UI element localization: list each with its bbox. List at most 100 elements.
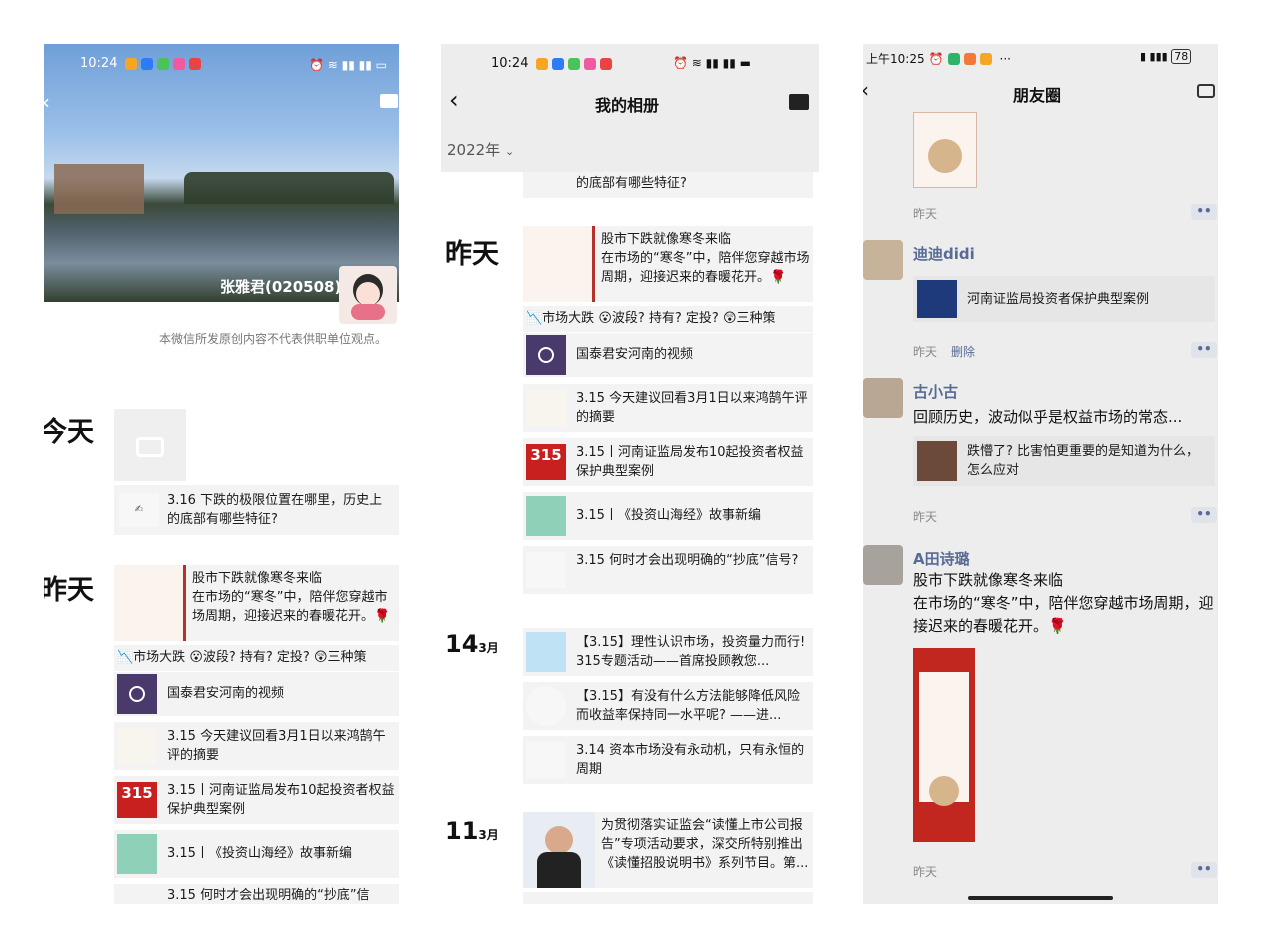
app-icon: [141, 57, 154, 70]
app-icon: [963, 52, 976, 65]
post-time: 昨天: [913, 345, 938, 359]
avatar[interactable]: [863, 545, 903, 585]
list-item[interactable]: 股市下跌就像寒冬来临 在市场的“寒冬”中，陪伴您穿越市场周期，迎接迟来的春暖花开…: [114, 565, 399, 641]
list-item[interactable]: 股市下跌就像寒冬来临 在市场的“寒冬”中，陪伴您穿越市场周期，迎接迟来的春暖花开…: [523, 226, 813, 302]
list-item[interactable]: 315 3.15丨河南证监局发布10起投资者权益保护典型案例: [114, 776, 399, 824]
more-button[interactable]: ••: [1191, 862, 1217, 878]
camera-icon: [136, 437, 164, 457]
play-icon: [129, 686, 145, 702]
album-panel-left: 10:24 ⏰ ≋ ▮▮ ▮▮ ▭ ‹ 张雅君(020508) 本微信所发原创内…: [44, 44, 399, 904]
list-item[interactable]: 3.14 资本市场没有永动机，只有永恒的周期: [523, 736, 813, 784]
list-item[interactable]: 3.15丨《投资山海经》故事新编: [114, 830, 399, 878]
back-icon[interactable]: ‹: [44, 90, 50, 114]
camera-button[interactable]: [114, 409, 186, 481]
list-item[interactable]: 为贯彻落实证监会“读懂上市公司报告”专项活动要求，深交所特别推出《读懂招股说明书…: [523, 812, 813, 888]
back-icon[interactable]: ‹: [863, 78, 869, 102]
building-shape: [54, 164, 144, 214]
list-item[interactable]: 3.15 何时才会出现明确的“抄底”信号?: [523, 546, 813, 594]
list-item[interactable]: 3.15丨《投资山海经》故事新编: [523, 492, 813, 540]
thumbnail: [117, 834, 157, 874]
item-text: 为贯彻落实证监会“读懂上市公司报告”专项活动要求，深交所特别推出《读懂招股说明书…: [601, 818, 809, 871]
shared-link[interactable]: 跌懵了? 比害怕更重要的是知道为什么，怎么应对: [913, 436, 1215, 486]
more-button[interactable]: ••: [1191, 204, 1217, 220]
user-name[interactable]: 迪迪didi: [913, 243, 975, 264]
item-text: 📉市场大跌 😮波段? 持有? 定投? 😲三种策: [117, 650, 367, 665]
thumbnail: [526, 390, 566, 426]
link-thumbnail: [917, 280, 957, 318]
status-bar: 10:24: [491, 56, 616, 71]
item-text: 3.15 今天建议回看3月1日以来鸿鹄午评的摘要: [576, 391, 808, 425]
signal-icons: ⏰ ≋ ▮▮ ▮▮ ▭: [309, 58, 388, 72]
thumbnail: [526, 632, 566, 672]
list-item[interactable]: ✍ 3.16 下跌的极限位置在哪里，历史上的底部有哪些特征?: [114, 485, 399, 535]
status-bar: 10:24: [80, 56, 205, 71]
shared-link[interactable]: 河南证监局投资者保护典型案例: [913, 276, 1215, 322]
list-item[interactable]: 的底部有哪些特征?: [523, 172, 813, 198]
more-button[interactable]: ••: [1191, 507, 1217, 523]
app-icon: [536, 57, 549, 70]
thumbnail: [523, 812, 595, 888]
thumbnail: [526, 496, 566, 536]
status-bar: 上午10:25 ⏰ ···: [866, 50, 1011, 67]
page-title: 我的相册: [595, 96, 660, 115]
app-icon: [600, 57, 613, 70]
user-name[interactable]: A田诗璐: [913, 548, 970, 569]
battery-level: 78: [1171, 49, 1192, 64]
avatar[interactable]: [339, 266, 397, 324]
list-item[interactable]: 📉市场大跌 😮波段? 持有? 定投? 😲三种策: [114, 645, 399, 671]
date-label-yesterday: 昨天: [44, 575, 94, 606]
camera-icon[interactable]: [1197, 84, 1215, 98]
app-icon: [552, 57, 565, 70]
app-icon: [189, 57, 202, 70]
list-item[interactable]: 3.15 今天建议回看3月1日以来鸿鹄午评的摘要: [523, 384, 813, 432]
list-item[interactable]: 【3.15】理性认识市场，投资量力而行! 315专题活动——首席投顾教您...: [523, 628, 813, 676]
album-panel-middle: 10:24 ⏰ ≋ ▮▮ ▮▮ ▬ ‹ 我的相册 2022年 ⌄ 的底部有哪些特…: [441, 44, 819, 904]
disclaimer-text: 本微信所发原创内容不代表供职单位观点。: [159, 332, 388, 346]
list-item[interactable]: 3.15 今天建议回看3月1日以来鸿鹄午评的摘要: [114, 722, 399, 770]
list-item[interactable]: 315 3.15丨河南证监局发布10起投资者权益保护典型案例: [523, 438, 813, 486]
status-time: 10:24: [491, 56, 529, 71]
item-text: 📉市场大跌 😮波段? 持有? 定投? 😲三种策: [526, 311, 776, 326]
post-time: 昨天: [913, 510, 938, 524]
day-number: 11: [445, 817, 479, 845]
item-text: 3.15 何时才会出现明确的“抄底”信号?: [576, 553, 799, 568]
date-label-11: 113月: [445, 817, 499, 845]
avatar[interactable]: [863, 378, 903, 418]
app-icon: [125, 57, 138, 70]
item-text: 3.15 何时才会出现明确的“抄底”信: [167, 888, 370, 903]
item-text: 的底部有哪些特征?: [576, 176, 687, 191]
user-name[interactable]: 古小古: [913, 381, 958, 402]
link-title: 跌懵了? 比害怕更重要的是知道为什么，怎么应对: [967, 444, 1200, 478]
signal-icons: ⏰ ≋ ▮▮ ▮▮ ▬: [673, 56, 752, 70]
list-item[interactable]: 国泰君安河南的视频: [114, 672, 399, 716]
list-item[interactable]: 📉市场大跌 😮波段? 持有? 定投? 😲三种策: [523, 306, 813, 332]
more-button[interactable]: ••: [1191, 342, 1217, 358]
list-item[interactable]: [523, 892, 813, 904]
post-text: 股市下跌就像寒冬来临 在市场的“寒冬”中，陪伴您穿越市场周期，迎接迟来的春暖花开…: [913, 571, 1214, 635]
page-title: 朋友圈: [1013, 86, 1062, 105]
list-item[interactable]: 国泰君安河南的视频: [523, 333, 813, 377]
date-label-14: 143月: [445, 630, 499, 658]
message-icon[interactable]: [380, 94, 398, 108]
back-icon[interactable]: ‹: [449, 88, 459, 112]
message-icon[interactable]: [789, 94, 809, 110]
list-item[interactable]: 3.15 何时才会出现明确的“抄底”信: [114, 884, 399, 904]
month-label: 3月: [478, 641, 499, 655]
list-item[interactable]: 【3.15】有没有什么方法能够降低风险而收益率保持同一水平呢? ——进...: [523, 682, 813, 730]
cover-photo[interactable]: [44, 44, 399, 302]
month-label: 3月: [478, 828, 499, 842]
thumbnail: ✍: [119, 493, 159, 527]
alarm-icon: ⏰: [928, 51, 944, 66]
avatar[interactable]: [863, 240, 903, 280]
year-selector[interactable]: 2022年 ⌄: [447, 139, 514, 160]
item-text: 【3.15】理性认识市场，投资量力而行! 315专题活动——首席投顾教您...: [576, 635, 806, 669]
status-time: 10:24: [80, 56, 118, 71]
thumbnail: [117, 728, 157, 764]
thumbnail: [523, 226, 595, 302]
post-image[interactable]: [913, 648, 975, 842]
profile-name: 张雅君(020508): [220, 278, 342, 296]
app-icon: [979, 52, 992, 65]
date-label-yesterday: 昨天: [445, 239, 499, 270]
post-image[interactable]: [913, 112, 977, 188]
delete-link[interactable]: 删除: [951, 343, 975, 360]
